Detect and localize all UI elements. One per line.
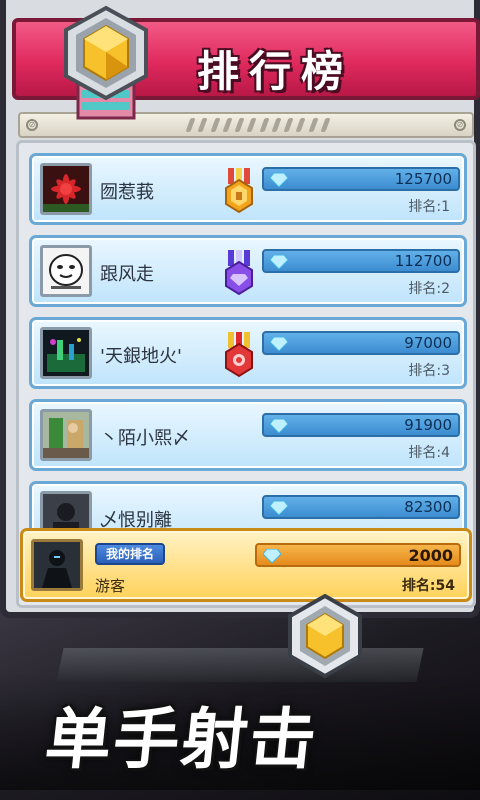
diamond-icon <box>262 548 282 564</box>
my-name: 游客 <box>95 577 126 595</box>
leaderboard-row[interactable]: '天銀地火' 97000 排名:3 <box>29 317 467 389</box>
leaderboard-row[interactable]: 丶陌小熙〆 91900 排名:4 <box>29 399 467 471</box>
avatar <box>40 409 92 461</box>
avatar <box>40 245 92 297</box>
diamond-icon <box>269 418 289 434</box>
diamond-icon <box>269 336 289 352</box>
screw-icon: ⊘ <box>26 119 38 131</box>
score-bar: 125700 <box>262 167 460 191</box>
score-bar: 91900 <box>262 413 460 437</box>
player-name: 囫惹莪 <box>100 182 154 203</box>
gold-medal-icon <box>224 168 254 214</box>
avatar <box>40 163 92 215</box>
player-name: 跟风走 <box>100 264 154 285</box>
rank-label: 排名:2 <box>408 281 450 297</box>
diamond-icon <box>269 254 289 270</box>
my-score-bar: 2000 <box>255 543 461 567</box>
slogan-text: 单手射击 <box>41 701 322 778</box>
red-medal-icon <box>224 332 254 378</box>
score-bar: 112700 <box>262 249 460 273</box>
my-rank-label: 排名:54 <box>401 578 455 594</box>
score-value: 82300 <box>404 498 452 516</box>
page-title: 排行榜 <box>196 47 353 96</box>
my-rank-row[interactable]: 我的排名 游客 2000 排名:54 <box>20 528 472 602</box>
score-value: 112700 <box>394 252 452 270</box>
leaderboard-row[interactable]: 囫惹莪 125700 排名:1 <box>29 153 467 225</box>
screw-icon: ⊘ <box>454 119 466 131</box>
rank-label: 排名:1 <box>408 199 450 215</box>
diamond-icon <box>269 172 289 188</box>
rank-label: 排名:3 <box>408 363 450 379</box>
leaderboard-row[interactable]: 跟风走 112700 排名:2 <box>29 235 467 307</box>
player-name: '天銀地火' <box>100 346 182 367</box>
score-bar: 82300 <box>262 495 460 519</box>
avatar <box>40 327 92 379</box>
rail-slots <box>185 118 331 132</box>
score-bar: 97000 <box>262 331 460 355</box>
player-name: 丶陌小熙〆 <box>100 428 190 449</box>
gem-badge-icon <box>286 593 364 680</box>
my-rank-tag: 我的排名 <box>95 543 165 565</box>
rank-label: 排名:4 <box>408 445 450 461</box>
purple-medal-icon <box>224 250 254 296</box>
avatar <box>31 539 83 591</box>
diamond-icon <box>269 500 289 516</box>
score-value: 125700 <box>394 170 452 188</box>
score-value: 97000 <box>404 334 452 352</box>
trophy-gem-icon <box>58 4 154 124</box>
score-value: 91900 <box>404 416 452 434</box>
my-score-value: 2000 <box>408 546 453 565</box>
